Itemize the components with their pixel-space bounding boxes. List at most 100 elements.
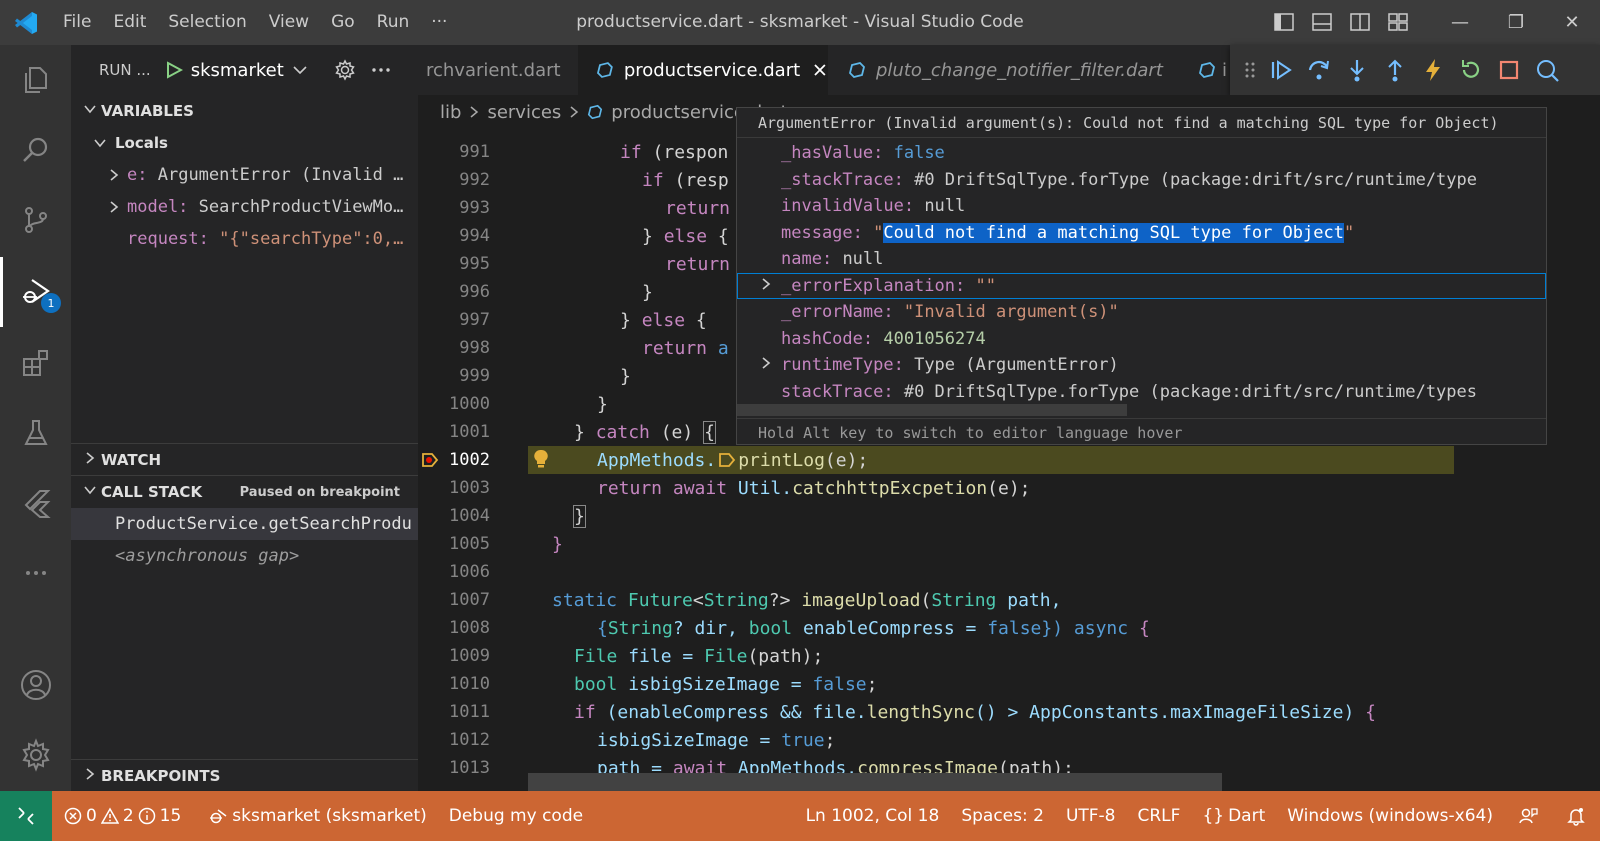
locals-scope[interactable]: Locals [71,127,418,159]
line-number: 1011 [449,702,490,722]
menu-edit[interactable]: Edit [102,0,157,45]
debug-target[interactable]: sksmarket (sksmarket) [192,806,437,826]
hover-row-name[interactable]: name: null [737,246,1546,273]
source-control-icon[interactable] [0,185,71,255]
chevron-down-icon[interactable] [292,62,308,78]
horizontal-scrollbar[interactable] [528,773,1222,791]
debug-mode[interactable]: Debug my code [438,806,594,826]
breadcrumb-lib[interactable]: lib [440,102,461,123]
variable-row-e[interactable]: e: ArgumentError (Invalid … [71,159,418,191]
flutter-device[interactable]: Windows (windows-x64) [1276,806,1504,826]
debug-badge: 1 [41,293,61,313]
variable-row-request[interactable]: request: "{"searchType":0,… [71,223,418,255]
restart-icon[interactable] [1458,57,1484,83]
hover-row-message[interactable]: message: " Could not find a matching SQL … [737,220,1546,247]
debug-config-select[interactable]: sksmarket [191,60,284,81]
variables-section-header[interactable]: VARIABLES [71,95,418,127]
flutter-inspector-icon[interactable] [1534,57,1560,83]
step-over-icon[interactable] [1306,57,1332,83]
menu-run[interactable]: Run [366,0,421,45]
line-number: 993 [459,198,490,218]
variable-name: request: [127,229,209,249]
watch-section-header[interactable]: WATCH [71,444,418,476]
stack-frame[interactable]: ProductService.getSearchProdu [71,508,418,540]
chevron-right-icon[interactable] [759,356,781,374]
dart-file-icon [849,62,865,78]
tab-i[interactable]: i [1178,45,1238,95]
open-launch-json-gear-icon[interactable] [334,59,356,81]
hover-row-hashcode[interactable]: hashCode: 4001056274 [737,326,1546,353]
explorer-icon[interactable] [0,45,71,115]
breakpoint-paused-icon[interactable] [421,452,439,468]
menu-more[interactable]: ··· [420,0,458,45]
settings-gear-icon[interactable] [0,720,71,790]
menu-view[interactable]: View [258,0,320,45]
accounts-icon[interactable] [0,650,71,720]
menu-file[interactable]: File [52,0,102,45]
selected-message-text[interactable]: Could not find a matching SQL type for O… [883,222,1344,243]
lightbulb-icon[interactable] [532,448,550,470]
hover-row-error-name[interactable]: _errorName: "Invalid argument(s)" [737,299,1546,326]
layout-controls [1272,10,1410,34]
flutter-icon[interactable] [0,468,71,538]
remote-indicator-icon[interactable] [0,791,52,841]
tab-searchvarient[interactable]: rchvarient.dart [418,45,592,95]
step-into-icon[interactable] [1344,57,1370,83]
callstack-section-header[interactable]: CALL STACK Paused on breakpoint [71,476,418,508]
hover-row-stacktrace[interactable]: stackTrace: #0 DriftSqlType.forType (pac… [737,379,1546,406]
debug-toolbar [1230,45,1600,95]
hover-row-invalidvalue[interactable]: invalidValue: null [737,193,1546,220]
more-views-icon[interactable] [0,538,71,608]
testing-icon[interactable] [0,398,71,468]
chevron-right-icon[interactable] [759,277,781,295]
problems-indicator[interactable]: 0 2 15 [52,806,192,826]
dart-file-icon [1199,62,1215,78]
step-out-icon[interactable] [1382,57,1408,83]
variable-value: SearchProductViewMo… [198,197,404,217]
debug-hover-widget[interactable]: ArgumentError (Invalid argument(s): Coul… [736,107,1547,445]
hover-horizontal-scrollbar[interactable] [737,404,1127,416]
extensions-icon[interactable] [0,328,71,398]
customize-layout-icon[interactable] [1386,10,1410,34]
breakpoints-section-header[interactable]: BREAKPOINTS [71,760,418,792]
toggle-panel-icon[interactable] [1310,10,1334,34]
hover-row-runtimetype[interactable]: runtimeType: Type (ArgumentError) [737,352,1546,379]
end-of-line[interactable]: CRLF [1127,806,1192,826]
more-actions-icon[interactable] [370,59,392,81]
hover-row-private-stacktrace[interactable]: _stackTrace: #0 DriftSqlType.forType (pa… [737,167,1546,194]
line-number: 994 [459,226,490,246]
variable-row-model[interactable]: model: SearchProductViewMo… [71,191,418,223]
run-and-debug-icon[interactable]: 1 [0,257,71,327]
language-mode[interactable]: {} Dart [1191,806,1276,826]
hover-row-hasvalue[interactable]: _hasValue: false [737,140,1546,167]
menu-go[interactable]: Go [320,0,366,45]
notifications-bell-icon[interactable] [1552,806,1600,826]
indentation[interactable]: Spaces: 2 [950,806,1055,826]
continue-icon[interactable] [1268,57,1294,83]
close-window-icon[interactable]: ✕ [1544,0,1600,45]
search-icon[interactable] [0,115,71,185]
breadcrumb-services[interactable]: services [487,102,561,123]
close-tab-icon[interactable] [812,62,828,78]
callstack-section: CALL STACK Paused on breakpoint ProductS… [71,475,418,572]
stop-icon[interactable] [1496,57,1522,83]
line-number: 991 [459,142,490,162]
hot-reload-icon[interactable] [1420,57,1446,83]
run-debug-sidebar: RUN ... sksmarket VARIABLES Locals e: Ar… [71,45,418,811]
feedback-icon[interactable] [1504,806,1552,826]
dart-file-icon [596,62,613,78]
toggle-primary-sidebar-icon[interactable] [1272,10,1296,34]
restore-icon[interactable]: ❐ [1488,0,1544,45]
minimize-icon[interactable]: — [1432,0,1488,45]
drag-handle-icon[interactable] [1244,59,1256,81]
info-icon [138,807,155,825]
cursor-position[interactable]: Ln 1002, Col 18 [795,806,951,826]
tab-productservice[interactable]: productservice.dart [578,45,828,95]
line-number: 995 [459,254,490,274]
hover-row-error-explanation[interactable]: _errorExplanation: "" [737,272,1546,299]
encoding[interactable]: UTF-8 [1055,806,1127,826]
menu-selection[interactable]: Selection [157,0,257,45]
start-debugging-icon[interactable] [165,61,183,79]
toggle-secondary-sidebar-icon[interactable] [1348,10,1372,34]
tab-pluto-change-notifier[interactable]: pluto_change_notifier_filter.dart [828,45,1168,95]
